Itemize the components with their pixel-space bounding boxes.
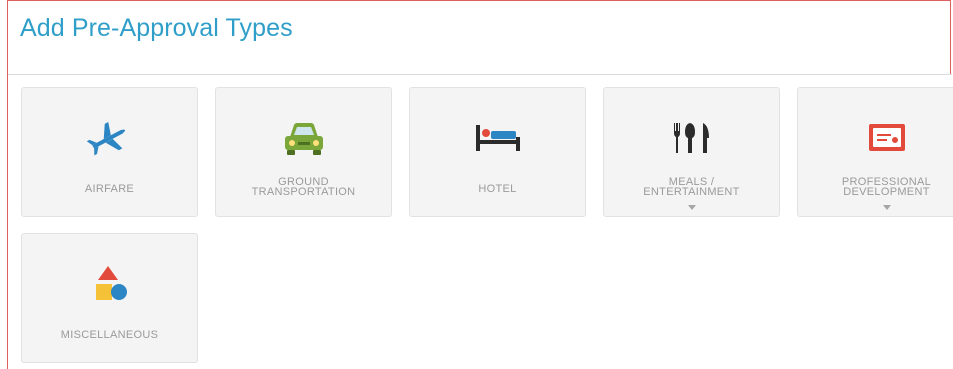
type-label: MISCELLANEOUS	[60, 329, 159, 341]
car-icon	[216, 118, 391, 158]
dialog-panel: Add Pre-Approval Types AIRFARE GROUND TR…	[7, 0, 953, 369]
type-tile-professional-development[interactable]: PROFESSIONAL DEVELOPMENT	[797, 87, 953, 217]
chevron-down-icon[interactable]	[604, 205, 779, 210]
type-tile-meals-entertainment[interactable]: MEALS / ENTERTAINMENT	[603, 87, 780, 217]
type-tile-ground-transportation[interactable]: GROUND TRANSPORTATION	[215, 87, 392, 217]
type-label: HOTEL	[478, 183, 517, 195]
type-tile-miscellaneous[interactable]: MISCELLANEOUS	[21, 233, 198, 363]
bed-icon	[410, 118, 585, 158]
header-divider	[8, 74, 952, 75]
utensils-icon	[604, 118, 779, 158]
chevron-down-icon[interactable]	[798, 205, 953, 210]
type-label: GROUND TRANSPORTATION	[251, 176, 356, 198]
airplane-icon	[22, 118, 197, 158]
certificate-icon	[798, 118, 953, 158]
type-label: AIRFARE	[84, 183, 135, 195]
frame-edge	[950, 0, 951, 74]
shapes-icon	[22, 264, 197, 304]
type-label: MEALS / ENTERTAINMENT	[643, 176, 740, 198]
type-label: PROFESSIONAL DEVELOPMENT	[841, 176, 932, 198]
page-title: Add Pre-Approval Types	[20, 14, 293, 42]
type-tile-airfare[interactable]: AIRFARE	[21, 87, 198, 217]
type-tile-hotel[interactable]: HOTEL	[409, 87, 586, 217]
